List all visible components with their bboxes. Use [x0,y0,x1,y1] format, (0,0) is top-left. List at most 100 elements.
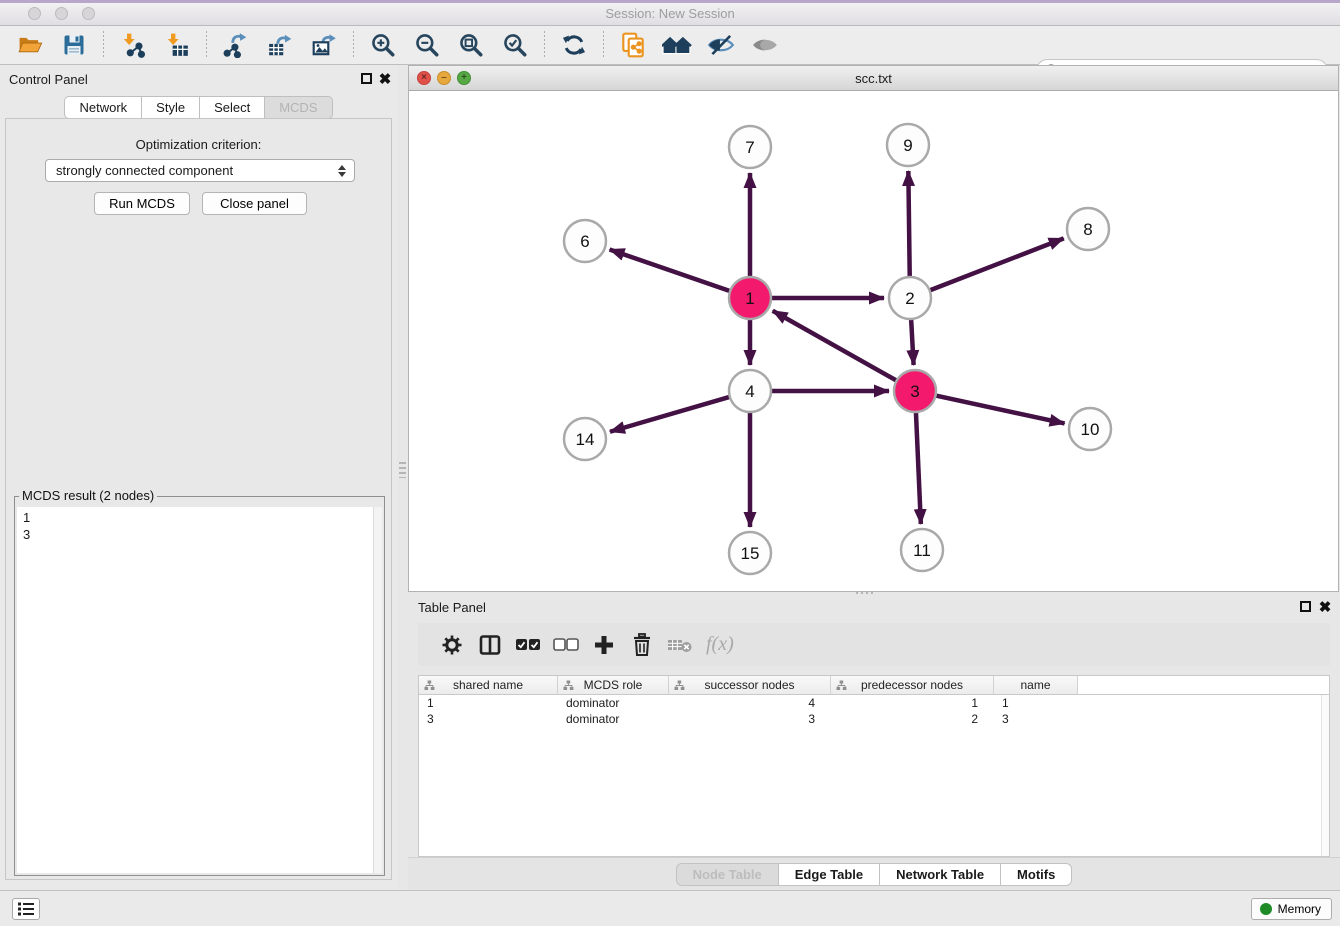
add-column-button[interactable] [586,627,622,663]
deselect-all-button[interactable] [548,627,584,663]
graph-edge-3-1[interactable] [773,311,901,383]
column-header-name[interactable]: name [994,676,1078,694]
graph-edge-1-6[interactable] [610,249,735,292]
graph-node-6[interactable]: 6 [564,220,606,262]
apply-function-button[interactable]: f(x) [700,627,734,663]
memory-label: Memory [1278,902,1321,916]
column-header-label: predecessor nodes [861,678,963,692]
result-scrollbar[interactable] [373,507,382,873]
zoom-selected-button[interactable] [498,29,532,61]
save-session-button[interactable] [57,29,91,61]
floppy-disk-icon [62,33,86,57]
window-titlebar: Session: New Session [0,0,1340,26]
import-network-button[interactable] [116,29,150,61]
column-header-filler [1078,676,1329,694]
close-panel-button[interactable]: Close panel [202,192,307,215]
apply-layout-button[interactable] [557,29,591,61]
table-body: 1dominator4113dominator323 [419,695,1329,727]
zoom-out-button[interactable] [410,29,444,61]
tab-network-table[interactable]: Network Table [879,863,1001,886]
task-history-button[interactable] [12,898,40,920]
graph-node-3[interactable]: 3 [894,370,936,412]
graph-node-15[interactable]: 15 [729,532,771,574]
tab-mcds[interactable]: MCDS [264,96,332,119]
criterion-dropdown[interactable]: strongly connected component [45,159,355,182]
table-row[interactable]: 3dominator323 [419,711,1329,727]
tab-node-table[interactable]: Node Table [676,863,779,886]
refresh-icon [561,32,587,58]
column-settings-button[interactable] [434,627,470,663]
delete-table-button[interactable] [662,627,698,663]
delete-column-button[interactable] [624,627,660,663]
export-network-button[interactable] [219,29,253,61]
graph-node-2[interactable]: 2 [889,277,931,319]
table-cell: 4 [669,695,831,711]
graph-node-4[interactable]: 4 [729,370,771,412]
graph-node-7[interactable]: 7 [729,126,771,168]
column-header-predecessor-nodes[interactable]: predecessor nodes [831,676,994,694]
zoom-in-button[interactable] [366,29,400,61]
graph-node-9[interactable]: 9 [887,124,929,166]
graph-edge-3-10[interactable] [931,394,1065,423]
memory-button[interactable]: Memory [1251,898,1332,920]
table-scrollbar[interactable] [1321,695,1329,856]
toolbar-separator [103,31,104,59]
column-header-MCDS-role[interactable]: MCDS role [558,676,669,694]
vertical-splitter-grip[interactable] [399,462,406,478]
clone-network-icon [619,31,647,59]
graph-edge-3-11[interactable] [916,407,921,524]
control-panel: Control Panel ✖ Network Style Select MCD… [0,65,397,890]
column-type-icon [563,680,574,691]
zoom-out-icon [414,32,440,58]
graph-node-14[interactable]: 14 [564,418,606,460]
toolbar-separator [603,31,604,59]
show-all-button[interactable] [748,29,782,61]
status-bar: Memory [0,890,1340,926]
tab-edge-table[interactable]: Edge Table [778,863,880,886]
column-header-successor-nodes[interactable]: successor nodes [669,676,831,694]
clone-network-button[interactable] [616,29,650,61]
graph-edge-4-14[interactable] [610,395,735,431]
graph-edge-2-8[interactable] [925,238,1064,292]
zoom-fit-button[interactable] [454,29,488,61]
float-table-panel-icon[interactable] [1300,601,1311,612]
graph-node-label: 14 [576,430,595,449]
tab-network[interactable]: Network [64,96,142,119]
mcds-result-list[interactable]: 13 [17,507,382,873]
select-all-button[interactable] [510,627,546,663]
trash-icon [631,633,653,657]
column-type-icon [674,680,685,691]
tab-style[interactable]: Style [141,96,200,119]
graph-node-8[interactable]: 8 [1067,208,1109,250]
close-panel-icon[interactable]: ✖ [377,72,393,88]
close-table-panel-icon[interactable]: ✖ [1317,600,1333,616]
graph-edge-2-9[interactable] [908,171,909,282]
plus-icon [593,634,615,656]
export-table-button[interactable] [263,29,297,61]
column-header-label: name [1020,678,1050,692]
export-image-button[interactable] [307,29,341,61]
graph-node-label: 1 [745,289,754,308]
zoom-fit-icon [458,32,484,58]
column-header-shared-name[interactable]: shared name [419,676,558,694]
network-canvas[interactable]: 7 9 6 8 1 2 4 3 14 10 15 11 [409,91,1338,591]
houses-icon [662,33,692,57]
open-session-button[interactable] [13,29,47,61]
hide-selected-button[interactable] [704,29,738,61]
table-header-row: shared nameMCDS rolesuccessor nodes prede… [419,676,1329,695]
network-graph: 7 9 6 8 1 2 4 3 14 10 15 11 [409,91,1338,591]
float-panel-icon[interactable] [361,73,372,84]
run-mcds-button[interactable]: Run MCDS [94,192,190,215]
graph-node-10[interactable]: 10 [1069,408,1111,450]
table-row[interactable]: 1dominator411 [419,695,1329,711]
import-table-button[interactable] [160,29,194,61]
graph-edge-2-3[interactable] [911,314,914,365]
graph-node-1[interactable]: 1 [729,277,771,319]
first-neighbors-button[interactable] [660,29,694,61]
split-view-button[interactable] [472,627,508,663]
tab-select[interactable]: Select [199,96,265,119]
tab-motifs[interactable]: Motifs [1000,863,1072,886]
network-window-titlebar: × – + scc.txt [409,66,1338,91]
graph-node-11[interactable]: 11 [901,529,943,571]
control-panel-header: Control Panel ✖ [0,65,397,93]
